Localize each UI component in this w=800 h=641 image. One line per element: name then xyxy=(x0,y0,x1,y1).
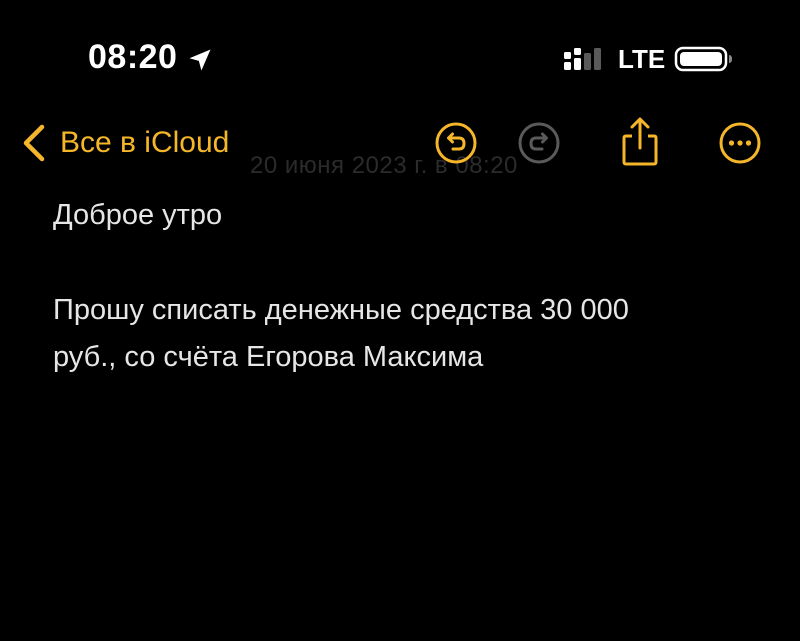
note-body[interactable]: Доброе утро Прошу списать денежные средс… xyxy=(53,192,753,381)
status-time: 08:20 xyxy=(88,38,178,76)
back-button-label: Все в iCloud xyxy=(60,126,230,159)
battery-icon xyxy=(674,46,732,72)
chevron-left-icon xyxy=(23,124,45,162)
status-bar: 08:20 LTE xyxy=(0,0,800,110)
share-icon[interactable] xyxy=(616,116,664,168)
cellular-signal-icon xyxy=(564,48,601,70)
redo-icon[interactable] xyxy=(516,120,562,166)
location-arrow-icon xyxy=(189,49,211,71)
note-greeting: Доброе утро xyxy=(53,199,223,231)
note-blank-line xyxy=(53,239,753,287)
more-icon[interactable] xyxy=(717,120,763,166)
nav-bar: 20 июня 2023 г. в 08:20 Все в iCloud xyxy=(0,110,800,180)
network-type-label: LTE xyxy=(618,44,666,74)
back-button[interactable]: Все в iCloud xyxy=(20,120,229,166)
note-text-line: руб., со счёта Егорова Максима xyxy=(53,341,484,373)
note-text-line: Прошу списать денежные средства 30 000 xyxy=(53,294,629,326)
undo-icon[interactable] xyxy=(433,120,479,166)
notes-screen: 08:20 LTE 20 июня 2023 г. в 08:20 Все в … xyxy=(0,0,800,641)
